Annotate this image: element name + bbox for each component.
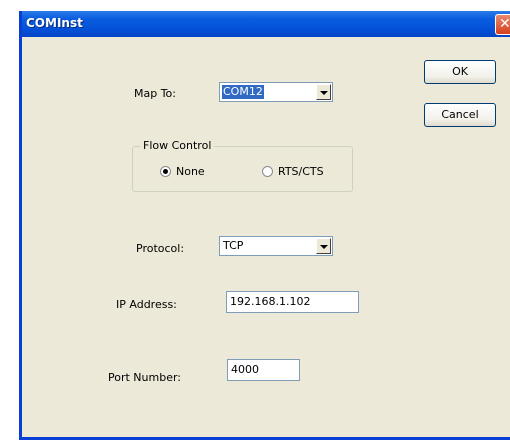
radio-rts-cts[interactable]: RTS/CTS — [262, 165, 324, 178]
map-to-value: COM12 — [222, 85, 264, 99]
cancel-button[interactable]: Cancel — [424, 103, 496, 127]
ip-address-label: IP Address: — [116, 298, 177, 311]
protocol-dropdown[interactable]: TCP — [219, 236, 333, 256]
radio-none[interactable]: None — [160, 165, 205, 178]
close-button[interactable]: ✕ — [495, 14, 510, 35]
flow-control-group: Flow Control None RTS/CTS — [132, 139, 353, 192]
radio-icon — [262, 166, 273, 177]
ip-address-field[interactable]: 192.168.1.102 — [226, 291, 359, 313]
protocol-label: Protocol: — [136, 242, 185, 255]
chevron-down-icon[interactable] — [316, 238, 331, 254]
title-bar[interactable]: COMInst ✕ — [22, 11, 510, 37]
dialog-window: COMInst ✕ OK Cancel Map To: COM12 Flow C… — [19, 11, 510, 440]
map-to-label: Map To: — [134, 87, 176, 100]
radio-none-label: None — [176, 165, 205, 178]
window-title: COMInst — [26, 16, 83, 30]
ok-button[interactable]: OK — [424, 60, 496, 84]
map-to-dropdown[interactable]: COM12 — [219, 82, 333, 102]
protocol-value: TCP — [223, 239, 244, 252]
radio-icon — [160, 166, 171, 177]
port-number-label: Port Number: — [108, 371, 182, 384]
close-icon: ✕ — [499, 16, 510, 32]
chevron-down-icon[interactable] — [316, 84, 331, 100]
radio-rts-cts-label: RTS/CTS — [278, 165, 324, 178]
flow-control-title: Flow Control — [140, 139, 215, 152]
port-number-field[interactable]: 4000 — [227, 359, 300, 381]
